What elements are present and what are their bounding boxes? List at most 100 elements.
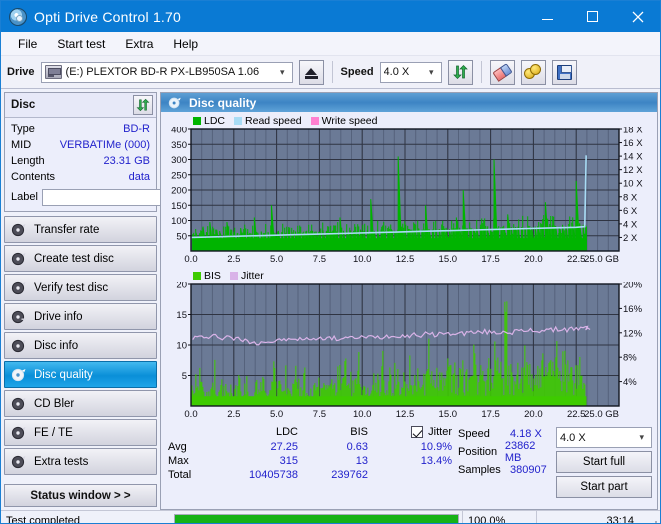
minimize-button[interactable]: [525, 1, 570, 32]
disc-key-contents: Contents: [11, 171, 56, 183]
start-part-button[interactable]: Start part: [556, 476, 652, 498]
start-full-button[interactable]: Start full: [556, 451, 652, 473]
jitter-label: Jitter: [428, 426, 452, 438]
close-button[interactable]: [615, 1, 660, 32]
sidebar-item-disc-quality[interactable]: Disc quality: [4, 361, 157, 388]
stats-max-jitter: 13.4%: [420, 455, 452, 467]
jitter-checkbox[interactable]: [411, 426, 424, 438]
disc-value-mid: VERBATIMe (000): [59, 139, 150, 151]
svg-text:10: 10: [176, 341, 187, 352]
legend-item-ldc: LDC: [193, 115, 225, 127]
menu-extra[interactable]: Extra: [116, 34, 162, 54]
maximize-button[interactable]: [570, 1, 615, 32]
menu-bar: File Start test Extra Help: [1, 32, 660, 56]
disc-row-contents: Contents data: [11, 169, 150, 185]
test-speed-select[interactable]: 4.0 X ▾: [556, 427, 652, 448]
svg-text:25.0 GB: 25.0 GB: [584, 254, 619, 265]
sidebar-item-extra-tests[interactable]: Extra tests: [4, 448, 157, 475]
erase-button[interactable]: [489, 59, 515, 85]
content-area: Disc quality LDC Read speed Write speed …: [160, 89, 660, 510]
svg-text:350: 350: [171, 140, 187, 151]
stats-row-label-avg: Avg: [168, 441, 187, 453]
legend-item-read-speed: Read speed: [234, 115, 302, 127]
svg-text:12%: 12%: [623, 328, 643, 339]
sidebar-item-disc-info[interactable]: Disc info: [4, 332, 157, 359]
menu-file[interactable]: File: [9, 34, 46, 54]
samples-value: 380907: [510, 464, 547, 476]
disc-refresh-button[interactable]: [133, 95, 153, 115]
menu-start-test[interactable]: Start test: [48, 34, 114, 54]
stats-table: LDC BIS Jitter Avg 27.25 0.63 10.9% Max …: [166, 426, 458, 482]
disc-icon: [11, 339, 26, 352]
sidebar-item-fe-te[interactable]: FE / TE: [4, 419, 157, 446]
refresh-button[interactable]: [447, 59, 473, 85]
floppy-disk-icon: [556, 64, 572, 80]
main-body: Disc Type BD-R MID VERBATIMe (000) Lengt…: [1, 89, 660, 510]
menu-help[interactable]: Help: [164, 34, 207, 54]
legend-label-ldc: LDC: [204, 114, 226, 127]
disc-icon: [11, 223, 26, 236]
disc-row-type: Type BD-R: [11, 121, 150, 137]
disc-key-length: Length: [11, 155, 45, 167]
svg-text:20%: 20%: [623, 282, 643, 291]
status-window-button[interactable]: Status window > >: [4, 484, 157, 507]
svg-text:16%: 16%: [623, 304, 643, 315]
legend-swatch-read-speed: [234, 116, 243, 125]
refresh-icon: [452, 65, 468, 79]
speed-select[interactable]: 4.0 X ▾: [379, 61, 442, 83]
minimize-icon: [542, 14, 553, 20]
sidebar-item-label: Create test disc: [34, 252, 114, 265]
legend-item-jitter: Jitter: [229, 269, 264, 282]
toolbar-separator: [331, 61, 333, 83]
drive-icon: [44, 65, 62, 79]
legend-label-jitter: Jitter: [240, 269, 264, 282]
legend-swatch-ldc: [193, 116, 201, 125]
stats-row-label-total: Total: [168, 469, 192, 481]
sidebar-item-drive-info[interactable]: Drive info: [4, 303, 157, 330]
legend-swatch-write-speed: [310, 116, 319, 125]
stats-max-bis: 13: [355, 455, 368, 467]
svg-text:7.5: 7.5: [313, 254, 326, 265]
side-stats: Speed 4.18 X Position 23862 MB Samples 3…: [458, 426, 652, 498]
sidebar-item-verify-test-disc[interactable]: Verify test disc: [4, 274, 157, 301]
sidebar-item-transfer-rate[interactable]: Transfer rate: [4, 216, 157, 243]
side-stat-position: Position 23862 MB: [458, 440, 550, 464]
svg-text:4 X: 4 X: [623, 219, 638, 230]
drive-label: Drive: [7, 66, 35, 78]
svg-text:300: 300: [171, 155, 187, 166]
svg-text:10 X: 10 X: [623, 179, 643, 190]
disc-key-mid: MID: [11, 139, 32, 151]
stats-max-ldc: 315: [279, 455, 298, 467]
eject-button[interactable]: [298, 59, 324, 85]
side-stat-samples: Samples 380907: [458, 462, 550, 478]
charts-container: LDC Read speed Write speed 50 100 150 200 25…: [161, 112, 657, 422]
drive-select[interactable]: (E:) PLEXTOR BD-R PX-LB950SA 1.06 ▾: [40, 61, 293, 83]
chevron-down-icon: ▾: [280, 66, 285, 77]
svg-text:400: 400: [171, 127, 187, 136]
chevron-down-icon: ▾: [429, 66, 434, 77]
elapsed-time: 33:14: [536, 511, 646, 523]
svg-text:20.0: 20.0: [524, 254, 543, 265]
sidebar-item-create-test-disc[interactable]: Create test disc: [4, 245, 157, 272]
disc-icon: [11, 455, 26, 468]
progress-percent: 100.0%: [462, 511, 536, 523]
drive-select-value: (E:) PLEXTOR BD-R PX-LB950SA 1.06: [65, 66, 260, 78]
position-value: 23862 MB: [504, 440, 536, 464]
svg-text:25.0 GB: 25.0 GB: [584, 409, 619, 420]
speed-value: 4.18 X: [510, 428, 542, 440]
test-speed-value: 4.0 X: [560, 431, 586, 444]
toolbar: Drive (E:) PLEXTOR BD-R PX-LB950SA 1.06 …: [1, 56, 660, 89]
stats-area: LDC BIS Jitter Avg 27.25 0.63 10.9% Max …: [161, 422, 657, 501]
save-button[interactable]: [551, 59, 577, 85]
svg-text:8 X: 8 X: [623, 192, 638, 203]
sidebar-item-label: Drive info: [34, 310, 83, 323]
svg-text:2.5: 2.5: [227, 254, 240, 265]
svg-text:5.0: 5.0: [270, 254, 283, 265]
bookmark-button[interactable]: [520, 59, 546, 85]
svg-text:20.0: 20.0: [524, 409, 543, 420]
sidebar-item-label: Transfer rate: [34, 223, 100, 236]
svg-text:22.5: 22.5: [567, 409, 586, 420]
sidebar-item-cd-bler[interactable]: CD Bler: [4, 390, 157, 417]
svg-text:2.5: 2.5: [227, 409, 240, 420]
resize-grip[interactable]: [646, 511, 660, 523]
